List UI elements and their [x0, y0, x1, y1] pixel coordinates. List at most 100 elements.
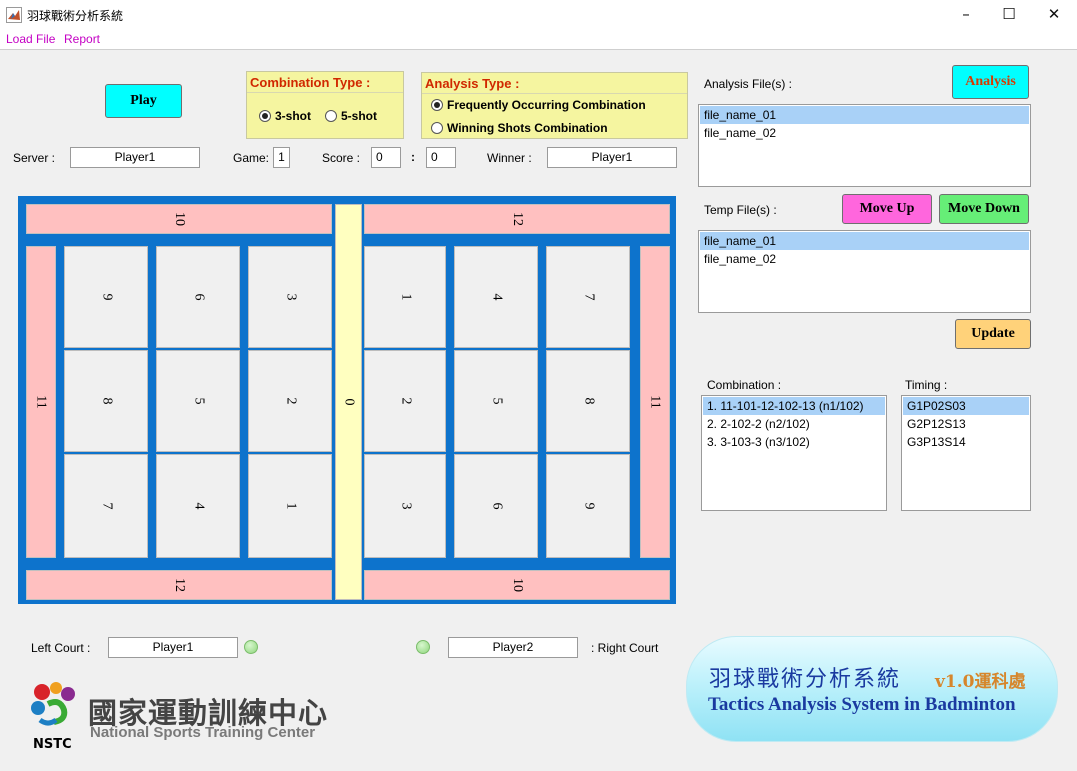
- app-banner: 羽球戰術分析系統 v1.0運科處 Tactics Analysis System…: [686, 636, 1058, 742]
- move-up-button[interactable]: Move Up: [842, 194, 932, 224]
- court-cell-right[interactable]: 7: [546, 246, 630, 348]
- cell-label: 2: [283, 397, 298, 405]
- timing-label: Timing :: [905, 378, 948, 392]
- maximize-icon[interactable]: ☐: [986, 0, 1032, 30]
- list-item[interactable]: G2P12S13: [903, 415, 1029, 433]
- play-button[interactable]: Play: [105, 84, 182, 118]
- server-field[interactable]: Player1: [70, 147, 200, 168]
- list-item[interactable]: G3P13S14: [903, 433, 1029, 451]
- right-status-indicator: [416, 640, 430, 654]
- game-field[interactable]: 1: [273, 147, 290, 168]
- zone-top-left[interactable]: 10: [26, 204, 332, 234]
- window-title: 羽球戰術分析系統: [27, 9, 124, 23]
- cell-label: 5: [489, 397, 504, 405]
- zone-label: 11: [33, 395, 49, 409]
- radio-5-shot[interactable]: [325, 110, 337, 122]
- court-cell-left[interactable]: 1: [248, 454, 332, 558]
- cell-label: 7: [99, 502, 114, 510]
- left-status-indicator: [244, 640, 258, 654]
- court-cell-left[interactable]: 5: [156, 350, 240, 452]
- list-item[interactable]: file_name_01: [700, 106, 1029, 124]
- close-icon[interactable]: ✕: [1031, 0, 1077, 30]
- cell-label: 3: [398, 502, 413, 510]
- list-item[interactable]: file_name_02: [700, 124, 1029, 142]
- court-cell-right[interactable]: 1: [364, 246, 446, 348]
- analysis-files-label: Analysis File(s) :: [704, 77, 793, 91]
- combination-type-panel: Combination Type : 3-shot 5-shot: [246, 71, 404, 139]
- server-label: Server :: [13, 151, 56, 165]
- list-item[interactable]: G1P02S03: [903, 397, 1029, 415]
- left-court-label: Left Court :: [31, 641, 91, 655]
- zone-bottom-right[interactable]: 10: [364, 570, 670, 600]
- zone-center-net[interactable]: 0: [335, 204, 362, 600]
- analysis-type-panel: Analysis Type : Frequently Occurring Com…: [421, 72, 688, 139]
- list-item[interactable]: 2. 2-102-2 (n2/102): [703, 415, 885, 433]
- zone-bottom-left[interactable]: 12: [26, 570, 332, 600]
- court-cell-left[interactable]: 9: [64, 246, 148, 348]
- temp-files-listbox[interactable]: file_name_01 file_name_02: [698, 230, 1031, 313]
- analysis-button[interactable]: Analysis: [952, 65, 1029, 99]
- radio-3-shot[interactable]: [259, 110, 271, 122]
- score-right-field[interactable]: 0: [426, 147, 456, 168]
- court-cell-left[interactable]: 6: [156, 246, 240, 348]
- timing-listbox[interactable]: G1P02S03 G2P12S13 G3P13S14: [901, 395, 1031, 511]
- menu-report[interactable]: Report: [64, 32, 100, 46]
- zone-left-side[interactable]: 11: [26, 246, 56, 558]
- banner-version: v1.0運科處: [935, 672, 1026, 692]
- right-player-field[interactable]: Player2: [448, 637, 578, 658]
- cell-label: 4: [191, 502, 206, 510]
- court-cell-right[interactable]: 2: [364, 350, 446, 452]
- nstc-abbreviation: NSTC: [33, 737, 72, 752]
- radio-5-shot-label: 5-shot: [341, 109, 377, 123]
- radio-winning-shots[interactable]: [431, 122, 443, 134]
- score-left-field[interactable]: 0: [371, 147, 401, 168]
- banner-english-title: Tactics Analysis System in Badminton: [708, 694, 1016, 715]
- list-item[interactable]: file_name_02: [700, 250, 1029, 268]
- court-cell-left[interactable]: 8: [64, 350, 148, 452]
- banner-chinese-title: 羽球戰術分析系統: [709, 667, 902, 692]
- cell-label: 7: [581, 293, 596, 301]
- temp-files-label: Temp File(s) :: [704, 203, 777, 217]
- logo-english-name: National Sports Training Center: [90, 724, 316, 741]
- radio-frequent-combination-label: Frequently Occurring Combination: [447, 98, 646, 112]
- left-player-field[interactable]: Player1: [108, 637, 238, 658]
- right-court-label: : Right Court: [591, 641, 659, 655]
- panel-divider: [247, 92, 403, 93]
- court-cell-right[interactable]: 6: [454, 454, 538, 558]
- cell-label: 8: [99, 397, 114, 405]
- zone-right-side[interactable]: 11: [640, 246, 670, 558]
- menu-bar: Load File Report: [0, 30, 1077, 50]
- nstc-logo-icon: [28, 682, 84, 737]
- zone-label: 12: [172, 578, 187, 592]
- move-down-button[interactable]: Move Down: [939, 194, 1029, 224]
- cell-label: 9: [99, 293, 114, 301]
- winner-label: Winner :: [487, 151, 532, 165]
- court-cell-left[interactable]: 3: [248, 246, 332, 348]
- analysis-files-listbox[interactable]: file_name_01 file_name_02: [698, 104, 1031, 187]
- list-item[interactable]: file_name_01: [700, 232, 1029, 250]
- court-cell-right[interactable]: 9: [546, 454, 630, 558]
- cell-label: 6: [489, 502, 504, 510]
- court-cell-right[interactable]: 3: [364, 454, 446, 558]
- zone-label: 0: [341, 398, 357, 406]
- combination-listbox[interactable]: 1. 11-101-12-102-13 (n1/102) 2. 2-102-2 …: [701, 395, 887, 511]
- update-button[interactable]: Update: [955, 319, 1031, 349]
- zone-top-right[interactable]: 12: [364, 204, 670, 234]
- court-cell-right[interactable]: 5: [454, 350, 538, 452]
- winner-field[interactable]: Player1: [547, 147, 677, 168]
- court-cell-left[interactable]: 2: [248, 350, 332, 452]
- radio-3-shot-label: 3-shot: [275, 109, 311, 123]
- combination-label: Combination :: [707, 378, 782, 392]
- minimize-icon[interactable]: –: [943, 0, 989, 30]
- menu-load-file[interactable]: Load File: [6, 32, 55, 46]
- list-item[interactable]: 3. 3-103-3 (n3/102): [703, 433, 885, 451]
- court-cell-left[interactable]: 7: [64, 454, 148, 558]
- radio-frequent-combination[interactable]: [431, 99, 443, 111]
- court-cell-left[interactable]: 4: [156, 454, 240, 558]
- court-cell-right[interactable]: 4: [454, 246, 538, 348]
- list-item[interactable]: 1. 11-101-12-102-13 (n1/102): [703, 397, 885, 415]
- cell-label: 1: [398, 293, 413, 301]
- court-cell-right[interactable]: 8: [546, 350, 630, 452]
- score-label: Score :: [322, 151, 361, 165]
- score-separator: :: [411, 150, 415, 164]
